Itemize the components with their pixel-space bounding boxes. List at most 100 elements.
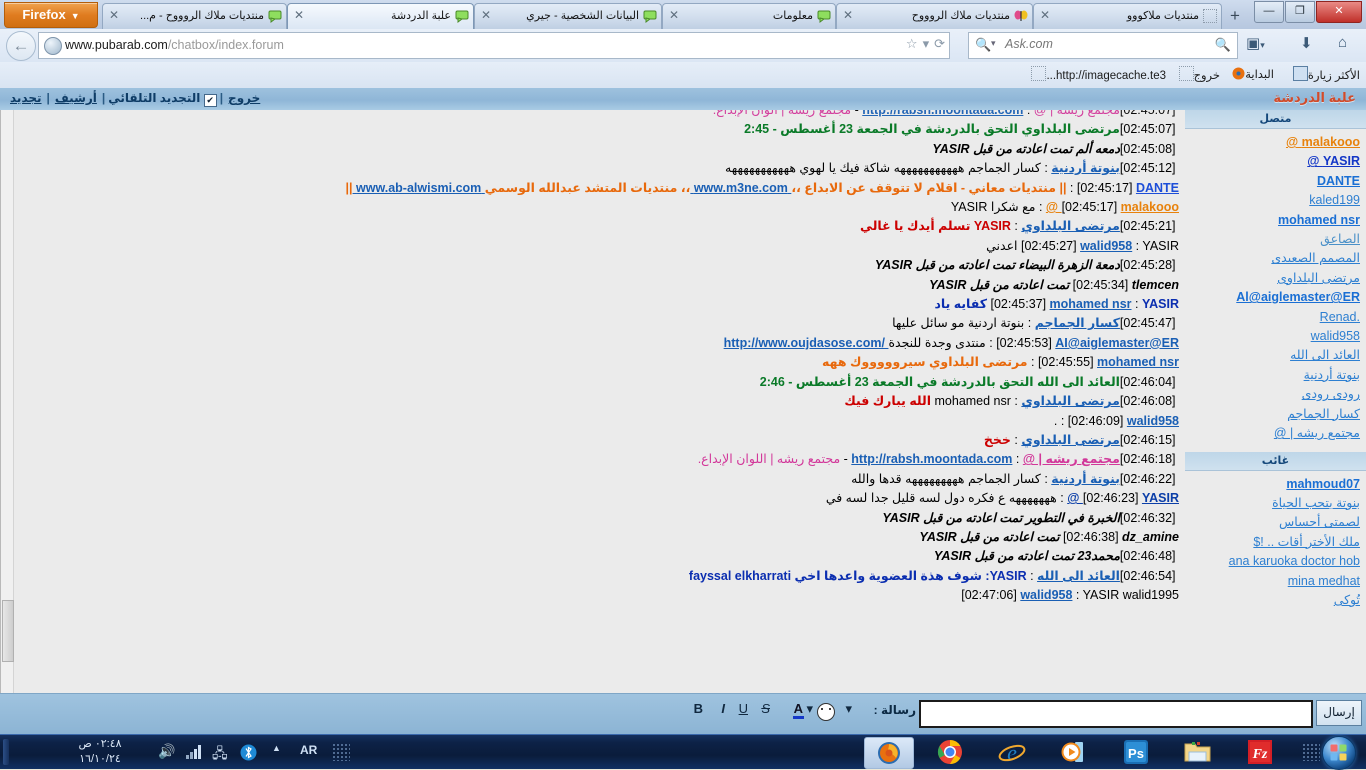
browser-tab[interactable]: منتديات ملاك الروووح - م... ✕: [102, 3, 287, 29]
message-username[interactable]: walid958: [1020, 588, 1072, 602]
message-username[interactable]: مرتضى البلداوي: [1021, 219, 1120, 233]
message-link[interactable]: http://rabsh.moontada.com: [862, 110, 1023, 117]
browser-tab[interactable]: معلومات ✕: [662, 3, 836, 29]
logout-link[interactable]: خروج: [228, 91, 260, 105]
message-username[interactable]: walid958: [1127, 414, 1179, 428]
reload-icon[interactable]: ⟳: [934, 36, 945, 52]
search-input[interactable]: Ask.com: [1005, 37, 1053, 51]
smiley-caret-icon[interactable]: ▾: [845, 701, 852, 717]
browser-tab[interactable]: منتديات ملاك الروووح ✕: [836, 3, 1033, 29]
taskbar-firefox-button[interactable]: [864, 737, 914, 769]
online-user-item[interactable]: العائد الى الله: [1187, 346, 1360, 365]
taskbar-filezilla-button[interactable]: Fz: [1236, 737, 1284, 767]
maximize-button[interactable]: ❐: [1285, 1, 1315, 23]
online-user-item[interactable]: مرتضى البلداوى: [1187, 269, 1360, 288]
message-link[interactable]: http://rabsh.moontada.com: [851, 452, 1012, 466]
message-username[interactable]: كسار الجماجم: [1035, 316, 1120, 330]
underline-button[interactable]: U: [739, 701, 748, 716]
bookmark-item[interactable]: خروج: [1176, 66, 1220, 84]
text-color-button[interactable]: A: [792, 701, 804, 719]
away-user-item[interactable]: ملك الأختر أقات .. !$: [1187, 533, 1360, 552]
show-hidden-icons-button[interactable]: ▲: [272, 743, 281, 753]
message-username[interactable]: mohamed nsr: [1050, 297, 1132, 311]
close-button[interactable]: ✕: [1316, 1, 1362, 23]
close-icon[interactable]: ✕: [841, 8, 855, 22]
taskbar-internet-explorer-button[interactable]: e: [988, 737, 1036, 767]
send-button[interactable]: إرسال: [1316, 700, 1362, 726]
message-username[interactable]: بنوتة أردنية: [1051, 472, 1120, 486]
message-link[interactable]: /http://www.oujdasose.com: [724, 336, 889, 350]
new-tab-button[interactable]: +: [1224, 5, 1246, 26]
away-user-item[interactable]: mina medhat: [1187, 572, 1360, 591]
browser-tab[interactable]: البيانات الشخصية - جيري ✕: [474, 3, 662, 29]
taskbar-photoshop-button[interactable]: Ps: [1112, 737, 1160, 767]
home-icon[interactable]: ⌂: [1338, 34, 1347, 51]
system-clock[interactable]: ٠٢:٤٨ ص ١٦/١٠/٢٤: [55, 737, 145, 767]
language-indicator[interactable]: AR: [300, 743, 317, 757]
message-link[interactable]: www.ab-alwismi.com: [353, 181, 485, 195]
back-button[interactable]: ←: [6, 31, 36, 61]
volume-icon[interactable]: 🔊: [158, 743, 175, 760]
firefox-menu-button[interactable]: Firefox ▼: [4, 2, 98, 28]
online-user-item[interactable]: كسار الجماجم: [1187, 405, 1360, 424]
close-icon[interactable]: ✕: [479, 8, 493, 22]
browser-tab[interactable]: منتديات ملاكووو ✕: [1033, 3, 1222, 29]
message-input[interactable]: [919, 700, 1313, 728]
download-icon[interactable]: ⬇: [1300, 34, 1313, 52]
online-user-item[interactable]: DANTE: [1187, 172, 1360, 191]
search-engine-icon[interactable]: 🔍: [975, 37, 991, 53]
away-user-item[interactable]: لصمتى أحساس: [1187, 513, 1360, 532]
bookmark-item[interactable]: الأكثر زيارة: [1290, 66, 1360, 84]
bold-button[interactable]: B: [694, 701, 703, 716]
bluetooth-icon[interactable]: [240, 744, 257, 764]
online-user-item[interactable]: Al@aiglemaster@ER: [1187, 288, 1360, 307]
chevron-down-icon[interactable]: ▾: [991, 38, 996, 49]
close-icon[interactable]: ✕: [292, 8, 306, 22]
close-icon[interactable]: ✕: [667, 8, 681, 22]
chevron-down-icon[interactable]: ▾: [923, 36, 930, 52]
auto-refresh-checkbox[interactable]: ✔: [203, 94, 217, 107]
browser-tab[interactable]: علبة الدردشة ✕: [287, 3, 474, 29]
search-bar[interactable]: 🔍 ▾ Ask.com 🔍: [968, 32, 1238, 59]
taskbar-media-player-button[interactable]: [1050, 737, 1098, 767]
network-icon[interactable]: 🖧: [212, 743, 228, 767]
message-username[interactable]: DANTE: [1136, 181, 1179, 195]
away-user-item[interactable]: ana karuoka doctor hob: [1187, 552, 1360, 571]
search-icon[interactable]: 🔍: [1215, 37, 1231, 53]
italic-button[interactable]: I: [721, 701, 725, 716]
message-username[interactable]: AI@aiglemaster@ER: [1055, 336, 1179, 350]
message-username[interactable]: walid958: [1080, 239, 1132, 253]
message-username[interactable]: العائد الى الله: [1037, 569, 1120, 583]
bookmark-item[interactable]: http://imagecache.te3...: [1028, 66, 1166, 84]
message-username[interactable]: مرتضى البلداوي: [1021, 433, 1120, 447]
online-user-item[interactable]: بنوتة أردنية: [1187, 366, 1360, 385]
smiley-icon[interactable]: [817, 703, 835, 724]
online-user-item[interactable]: walid958: [1187, 327, 1360, 346]
online-user-item[interactable]: mohamed nsr: [1187, 211, 1360, 230]
bookmark-menu-button[interactable]: ▣▾: [1246, 34, 1265, 52]
minimize-button[interactable]: —: [1254, 1, 1284, 23]
start-button[interactable]: [1316, 735, 1362, 770]
archive-link[interactable]: أرشيف: [55, 91, 97, 105]
online-user-item[interactable]: مجتمع ريشه | @: [1187, 424, 1360, 443]
taskbar-chrome-button[interactable]: [926, 737, 974, 767]
message-username[interactable]: mohamed nsr: [1097, 355, 1179, 369]
away-user-item[interactable]: تُوكى: [1187, 591, 1360, 610]
online-user-item[interactable]: المصمم الصعيدى: [1187, 249, 1360, 268]
online-user-item[interactable]: رودى رودى: [1187, 385, 1360, 404]
online-user-item[interactable]: .Renad: [1187, 308, 1360, 327]
star-icon[interactable]: ☆: [906, 36, 918, 52]
away-user-item[interactable]: mahmoud07: [1187, 475, 1360, 494]
taskbar-explorer-button[interactable]: [1174, 737, 1222, 767]
refresh-link[interactable]: تجديد: [10, 91, 42, 105]
online-user-item[interactable]: kaled199: [1187, 191, 1360, 210]
color-caret-icon[interactable]: ▾: [806, 701, 813, 717]
message-link[interactable]: www.m3ne.com: [690, 181, 791, 195]
url-bar[interactable]: www.pubarab.com/chatbox/index.forum ☆ ▾ ⟳: [38, 32, 950, 59]
signal-icon[interactable]: [186, 745, 204, 762]
online-user-item[interactable]: YASIR @: [1187, 152, 1360, 171]
message-username[interactable]: مرتضى البلداوي: [1021, 394, 1120, 408]
message-username[interactable]: مجتمع ريشه | @: [1023, 452, 1120, 466]
online-user-item[interactable]: malakooo @: [1187, 133, 1360, 152]
bookmark-item[interactable]: البداية: [1229, 66, 1274, 84]
